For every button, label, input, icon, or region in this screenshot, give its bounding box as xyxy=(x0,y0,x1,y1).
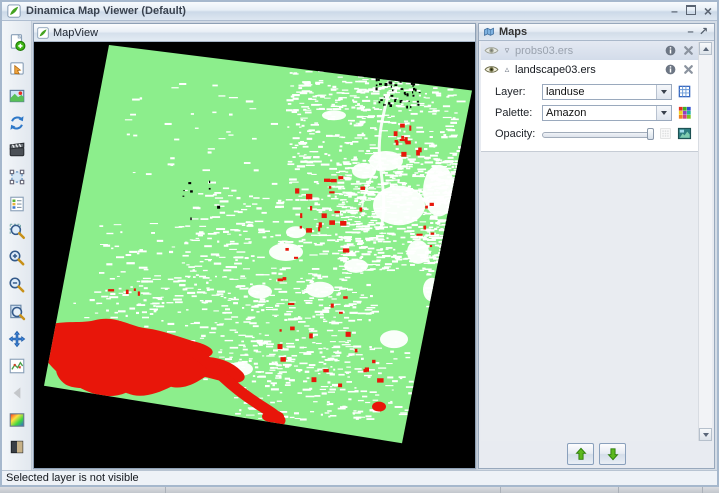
profile-plot-button[interactable] xyxy=(5,355,29,377)
visibility-toggle[interactable] xyxy=(484,45,499,56)
palette-select[interactable]: Amazon xyxy=(542,105,672,121)
chevron-down-icon xyxy=(661,90,667,94)
refresh-button[interactable] xyxy=(5,112,29,134)
layer-name: probs03.ers xyxy=(515,45,659,57)
maps-icon xyxy=(483,26,495,38)
arrow-down-icon xyxy=(606,447,620,461)
opacity-slider-track xyxy=(542,132,654,138)
mapview-title: MapView xyxy=(53,27,98,39)
map-canvas[interactable] xyxy=(34,42,475,468)
palette-row-controls: Palette: Amazon xyxy=(495,102,692,123)
palette-editor-button[interactable] xyxy=(5,409,29,431)
panel-float-button[interactable]: ↗ xyxy=(697,26,710,38)
opacity-label: Opacity: xyxy=(495,128,537,140)
layer-rows: ▿probs03.ers▵landscape03.ers xyxy=(481,41,698,79)
layer-select[interactable]: landuse xyxy=(542,84,672,100)
layer-order-buttons xyxy=(479,442,714,466)
pointer-tool-button[interactable] xyxy=(5,58,29,80)
maps-panel-title: Maps xyxy=(499,26,684,38)
zoom-out-button[interactable] xyxy=(5,274,29,296)
layer-select-dropdown-button[interactable] xyxy=(656,85,671,99)
status-bar: Selected layer is not visible xyxy=(2,470,717,485)
layer-remove-button[interactable] xyxy=(682,63,695,76)
palette-label: Palette: xyxy=(495,107,537,119)
move-layer-down-button[interactable] xyxy=(599,443,626,465)
layers-block: ▿probs03.ers▵landscape03.ers Layer: land… xyxy=(481,41,698,152)
scroll-down-button[interactable] xyxy=(699,428,712,441)
opacity-slider-thumb[interactable] xyxy=(647,128,654,140)
new-map-button[interactable] xyxy=(5,31,29,53)
layer-label: Layer: xyxy=(495,86,537,98)
layers-scrollbar[interactable] xyxy=(698,42,712,441)
maximize-button[interactable] xyxy=(686,4,696,18)
maximize-icon xyxy=(686,5,696,15)
opacity-row-controls: Opacity: xyxy=(495,123,692,144)
zoom-in-button[interactable] xyxy=(5,247,29,269)
opacity-slider[interactable] xyxy=(542,126,654,142)
layer-name: landscape03.ers xyxy=(515,64,659,76)
maps-panel: Maps – ↗ ▿probs03.ers▵landscape03.ers La… xyxy=(478,23,715,469)
main-window: Dinamica Map Viewer (Default) – × MapVie… xyxy=(0,0,719,487)
status-text: Selected layer is not visible xyxy=(6,472,139,484)
window-body: MapView Maps – ↗ ▿probs03.ers▵landscape0… xyxy=(2,21,717,470)
background-window-strip xyxy=(0,487,719,493)
layer-remove-button[interactable] xyxy=(682,44,695,57)
mapview-icon xyxy=(37,27,49,39)
screen: Dinamica Map Viewer (Default) – × MapVie… xyxy=(0,0,719,493)
raster-preview-button[interactable] xyxy=(677,126,692,141)
panel-minimize-button[interactable]: – xyxy=(684,26,697,38)
scroll-up-button[interactable] xyxy=(699,42,712,55)
toolbar xyxy=(2,21,32,470)
arrow-up-icon xyxy=(574,447,588,461)
opacity-value-button[interactable] xyxy=(659,127,672,140)
chevron-down-icon xyxy=(661,111,667,115)
layer-row-controls: Layer: landuse xyxy=(495,81,692,102)
expand-toggle[interactable]: ▵ xyxy=(502,64,512,75)
titlebar[interactable]: Dinamica Map Viewer (Default) – × xyxy=(2,2,717,21)
window-controls: – × xyxy=(671,4,712,18)
layer-info-button[interactable] xyxy=(664,63,677,76)
layer-info-button[interactable] xyxy=(664,44,677,57)
minimize-button[interactable]: – xyxy=(671,4,678,18)
mapview-titlebar[interactable]: MapView xyxy=(34,24,475,42)
maps-panel-header[interactable]: Maps – ↗ xyxy=(479,24,714,41)
layer-select-value: landuse xyxy=(546,86,656,98)
zoom-full-extent-button[interactable] xyxy=(5,301,29,323)
app-icon xyxy=(7,4,21,18)
back-button[interactable] xyxy=(5,382,29,404)
layer-properties: Layer: landuse Palette: Amazon xyxy=(481,79,698,148)
pan-button[interactable] xyxy=(5,328,29,350)
palette-select-value: Amazon xyxy=(546,107,656,119)
legend-button[interactable] xyxy=(5,193,29,215)
map-image xyxy=(34,42,475,468)
triangle-up-icon xyxy=(703,47,709,51)
close-button[interactable]: × xyxy=(704,4,712,18)
select-region-button[interactable] xyxy=(5,166,29,188)
attribute-table-button[interactable] xyxy=(677,84,692,99)
layers-list: ▿probs03.ers▵landscape03.ers Layer: land… xyxy=(481,41,712,441)
contrast-button[interactable] xyxy=(5,436,29,458)
zoom-to-region-button[interactable] xyxy=(5,220,29,242)
window-title: Dinamica Map Viewer (Default) xyxy=(26,5,671,17)
palette-select-dropdown-button[interactable] xyxy=(656,106,671,120)
palette-editor-button[interactable] xyxy=(677,105,692,120)
expand-toggle[interactable]: ▿ xyxy=(502,45,512,56)
move-layer-up-button[interactable] xyxy=(567,443,594,465)
visibility-toggle[interactable] xyxy=(484,64,499,75)
triangle-down-icon xyxy=(703,433,709,437)
layer-row[interactable]: ▿probs03.ers xyxy=(481,41,698,60)
animation-button[interactable] xyxy=(5,139,29,161)
export-image-button[interactable] xyxy=(5,85,29,107)
mapview-window: MapView xyxy=(33,23,476,469)
layer-row[interactable]: ▵landscape03.ers xyxy=(481,60,698,79)
